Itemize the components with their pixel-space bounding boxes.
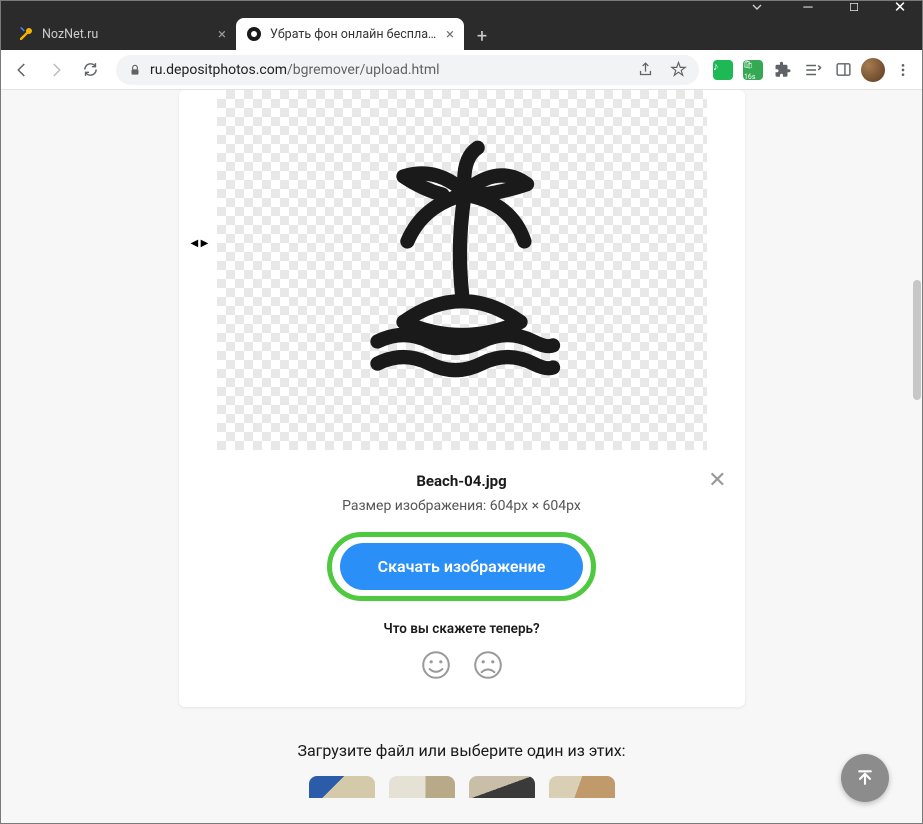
palm-island-icon: [332, 140, 592, 400]
upload-prompt: Загрузите файл или выберите один из этих…: [0, 741, 923, 760]
star-icon[interactable]: [670, 61, 687, 78]
window-close-button[interactable]: ✕: [877, 0, 923, 16]
arrow-right-icon: [47, 61, 65, 79]
compare-slider-handle[interactable]: ◀ ▶: [191, 238, 209, 249]
scrollbar-thumb[interactable]: [913, 280, 921, 400]
forward-button[interactable]: [42, 56, 70, 84]
feedback-faces: [179, 649, 745, 681]
image-preview: [217, 90, 707, 450]
page-content: ◀ ▶: [0, 90, 923, 824]
browser-toolbar: ru.depositphotos.com/bgremover/upload.ht…: [0, 50, 923, 90]
window-titlebar: ─ ☐ ✕: [0, 0, 923, 14]
extension-bag-icon[interactable]: 🛍: [741, 58, 765, 82]
sample-thumb[interactable]: [549, 776, 615, 798]
side-panel-icon[interactable]: [831, 58, 855, 82]
menu-icon[interactable]: [891, 58, 915, 82]
share-icon[interactable]: [637, 61, 654, 78]
new-tab-button[interactable]: +: [468, 22, 496, 50]
wrench-icon: [18, 26, 34, 42]
feedback-question: Что вы скажете теперь?: [179, 621, 745, 637]
extension-music-icon[interactable]: ♪: [711, 58, 735, 82]
sample-thumb[interactable]: [469, 776, 535, 798]
chevron-down-icon[interactable]: [750, 0, 764, 14]
tab-strip: NozNet.ru × Убрать фон онлайн бесплатно …: [0, 14, 923, 50]
url-text: ru.depositphotos.com/bgremover/upload.ht…: [150, 62, 440, 78]
window-maximize-button[interactable]: ☐: [831, 1, 877, 14]
arrow-left-icon: [13, 61, 31, 79]
result-card: ◀ ▶: [179, 90, 745, 707]
profile-avatar[interactable]: [861, 58, 885, 82]
window-minimize-button[interactable]: ─: [785, 0, 831, 15]
sample-thumbnails: [0, 776, 923, 798]
sample-thumb[interactable]: [309, 776, 375, 798]
reload-button[interactable]: [76, 56, 104, 84]
site-favicon: [246, 26, 262, 42]
browser-tab-active[interactable]: Убрать фон онлайн бесплатно × ×: [236, 18, 464, 50]
sample-thumb[interactable]: [389, 776, 455, 798]
browser-tab-inactive[interactable]: NozNet.ru ×: [8, 18, 236, 50]
tab-title: Убрать фон онлайн бесплатно ×: [270, 27, 438, 42]
highlight-box: Скачать изображение: [327, 532, 597, 601]
reload-icon: [82, 61, 99, 78]
close-icon[interactable]: ×: [446, 25, 454, 43]
arrow-up-icon: [855, 768, 875, 788]
tab-title: NozNet.ru: [42, 27, 210, 42]
close-card-button[interactable]: ✕: [708, 468, 726, 493]
address-bar[interactable]: ru.depositphotos.com/bgremover/upload.ht…: [116, 55, 699, 85]
filename-label: Beach-04.jpg: [179, 472, 745, 490]
dimensions-label: Размер изображения: 604px × 604px: [179, 498, 745, 514]
lock-icon: [128, 63, 142, 77]
back-button[interactable]: [8, 56, 36, 84]
happy-face-icon[interactable]: [420, 649, 452, 681]
sad-face-icon[interactable]: [472, 649, 504, 681]
close-icon[interactable]: ×: [218, 25, 226, 43]
download-button[interactable]: Скачать изображение: [340, 543, 584, 590]
reading-list-icon[interactable]: [801, 58, 825, 82]
scroll-top-button[interactable]: [841, 754, 889, 802]
extensions-puzzle-icon[interactable]: [771, 58, 795, 82]
